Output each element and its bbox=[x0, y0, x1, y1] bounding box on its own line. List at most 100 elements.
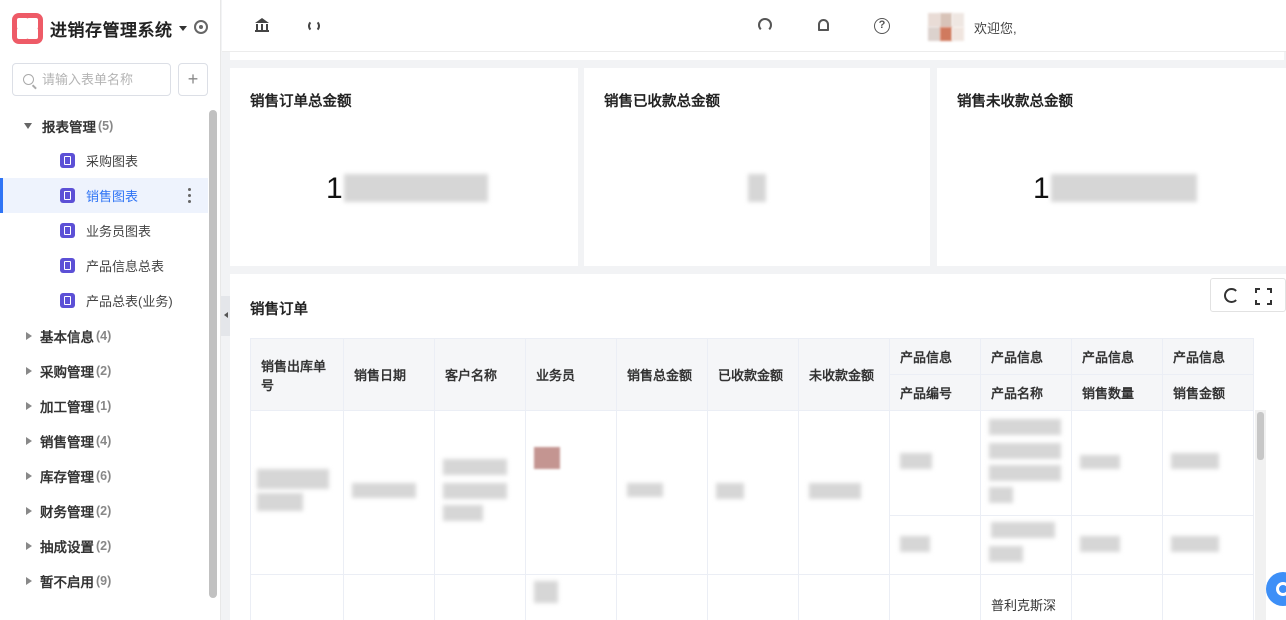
table-cell bbox=[889, 410, 981, 516]
column-header[interactable]: 销售总金额 bbox=[616, 338, 708, 411]
menu-group-count: (2) bbox=[96, 503, 112, 518]
welcome-text: 欢迎您, bbox=[974, 21, 1017, 36]
column-group-header: 产品信息 bbox=[1162, 338, 1254, 375]
obscured-value bbox=[1051, 174, 1197, 202]
column-header[interactable]: 业务员 bbox=[525, 338, 617, 411]
menu-group-inventory[interactable]: 库存管理 (6) bbox=[0, 458, 208, 493]
menu-group-disabled[interactable]: 暂不启用 (9) bbox=[0, 563, 208, 598]
table-toolbar bbox=[1210, 278, 1286, 312]
menu-group-commission[interactable]: 抽成设置 (2) bbox=[0, 528, 208, 563]
menu-group-label: 库存管理 bbox=[40, 469, 94, 485]
form-doc-icon bbox=[60, 223, 75, 238]
menu-group-label: 报表管理 bbox=[42, 119, 96, 135]
headset-support-icon[interactable] bbox=[758, 18, 772, 32]
top-widget-strip bbox=[230, 52, 1284, 60]
user-avatar[interactable] bbox=[928, 13, 964, 41]
table-cell bbox=[343, 574, 435, 620]
menu-group-count: (9) bbox=[96, 573, 112, 588]
table-cell bbox=[889, 515, 981, 575]
sales-order-table: 销售出库单号 销售日期 客户名称 业务员 销售总金额 已收款金额 未收款金额 产… bbox=[250, 338, 1254, 620]
form-doc-icon bbox=[60, 188, 75, 203]
form-search-input[interactable] bbox=[42, 72, 167, 87]
menu-item-salesman-chart[interactable]: 业务员图表 bbox=[0, 213, 208, 248]
column-header[interactable]: 销售日期 bbox=[343, 338, 435, 411]
table-cell bbox=[525, 574, 617, 620]
column-group-header: 产品信息 bbox=[980, 338, 1072, 375]
column-header[interactable]: 客户名称 bbox=[434, 338, 526, 411]
table-cell bbox=[798, 574, 890, 620]
reload-icon[interactable] bbox=[1224, 288, 1239, 303]
menu-group-count: (4) bbox=[96, 328, 112, 343]
column-header[interactable]: 销售金额 bbox=[1162, 374, 1254, 411]
refresh-icon[interactable] bbox=[308, 20, 320, 32]
menu-item-label: 产品信息总表 bbox=[86, 259, 165, 274]
menu-group-purchase[interactable]: 采购管理 (2) bbox=[0, 353, 208, 388]
menu-item-product-summary-business[interactable]: 产品总表(业务) bbox=[0, 283, 208, 318]
bank-icon[interactable] bbox=[255, 18, 271, 34]
table-scrollbar[interactable] bbox=[1255, 410, 1266, 620]
menu-group-label: 加工管理 bbox=[40, 399, 94, 415]
more-options-icon[interactable] bbox=[188, 188, 192, 204]
menu-item-label: 业务员图表 bbox=[86, 224, 152, 239]
column-header[interactable]: 已收款金额 bbox=[707, 338, 799, 411]
table-cell bbox=[250, 574, 344, 620]
menu-group-finance[interactable]: 财务管理 (2) bbox=[0, 493, 208, 528]
sidebar-scrollbar[interactable] bbox=[209, 110, 217, 598]
menu-group-count: (5) bbox=[98, 118, 114, 133]
menu-item-label: 采购图表 bbox=[86, 154, 139, 169]
menu-group-sales[interactable]: 销售管理 (4) bbox=[0, 423, 208, 458]
obscured-value bbox=[344, 174, 488, 202]
fullscreen-icon[interactable] bbox=[1255, 288, 1272, 305]
app-title: 进销存管理系统 bbox=[50, 20, 173, 40]
menu-item-sales-chart[interactable]: 销售图表 bbox=[0, 178, 208, 213]
menu-tree: 报表管理 (5) 采购图表 销售图表 业务员图表 产品信息总表 产品总表(业务)… bbox=[0, 108, 208, 598]
column-header[interactable]: 销售出库单号 bbox=[250, 338, 344, 411]
product-name-text: 普利克斯深 bbox=[991, 598, 1057, 613]
table-cell bbox=[343, 410, 435, 575]
form-search-box bbox=[12, 63, 171, 96]
table-cell bbox=[980, 410, 1072, 516]
menu-item-purchase-chart[interactable]: 采购图表 bbox=[0, 143, 208, 178]
top-bar: ? 欢迎您, bbox=[222, 0, 1286, 52]
collapsed-arrow-icon bbox=[26, 331, 32, 340]
menu-group-count: (6) bbox=[96, 468, 112, 483]
menu-item-label: 产品总表(业务) bbox=[86, 294, 173, 309]
menu-group-report[interactable]: 报表管理 (5) bbox=[0, 108, 208, 143]
menu-group-label: 财务管理 bbox=[40, 504, 94, 520]
help-question-icon[interactable]: ? bbox=[874, 18, 890, 34]
collapsed-arrow-icon bbox=[26, 366, 32, 375]
panel-title: 销售订单 bbox=[250, 302, 308, 318]
collapsed-arrow-icon bbox=[26, 401, 32, 410]
menu-group-label: 销售管理 bbox=[40, 434, 94, 450]
caret-down-icon bbox=[178, 25, 187, 31]
menu-group-count: (1) bbox=[96, 398, 112, 413]
column-header[interactable]: 未收款金额 bbox=[798, 338, 890, 411]
collapsed-arrow-icon bbox=[26, 471, 32, 480]
sidebar: 进销存管理系统 + 报表管理 (5) 采购图表 销售图表 业务员图表 产品信息总… bbox=[0, 0, 221, 620]
table-cell bbox=[525, 410, 617, 575]
table-cell bbox=[250, 410, 344, 575]
column-header[interactable]: 产品编号 bbox=[889, 374, 981, 411]
add-form-button[interactable]: + bbox=[178, 63, 208, 96]
column-header[interactable]: 销售数量 bbox=[1071, 374, 1163, 411]
menu-group-basic-info[interactable]: 基本信息 (4) bbox=[0, 318, 208, 353]
sales-order-panel: 销售订单 销售出库单号 销售日期 客户名称 业务员 销售总金额 已收款金额 未收… bbox=[230, 274, 1286, 620]
menu-item-product-info-summary[interactable]: 产品信息总表 bbox=[0, 248, 208, 283]
collapsed-arrow-icon bbox=[26, 436, 32, 445]
settings-gear-icon[interactable] bbox=[194, 20, 208, 34]
table-cell bbox=[980, 515, 1072, 575]
search-icon bbox=[23, 74, 34, 85]
menu-group-processing[interactable]: 加工管理 (1) bbox=[0, 388, 208, 423]
menu-group-count: (2) bbox=[96, 538, 112, 553]
column-header[interactable]: 产品名称 bbox=[980, 374, 1072, 411]
table-cell: 普利克斯深 bbox=[980, 574, 1072, 620]
bell-notification-icon[interactable] bbox=[818, 19, 829, 31]
stat-card-order-total: 销售订单总金额 1 bbox=[230, 68, 578, 266]
obscured-value bbox=[748, 174, 766, 202]
collapsed-arrow-icon bbox=[26, 541, 32, 550]
table-cell bbox=[1071, 515, 1163, 575]
app-switcher[interactable]: 进销存管理系统 bbox=[12, 12, 212, 44]
table-cell bbox=[434, 410, 526, 575]
table-row[interactable] bbox=[250, 410, 1254, 575]
table-row[interactable]: 普利克斯深 bbox=[250, 574, 1254, 620]
